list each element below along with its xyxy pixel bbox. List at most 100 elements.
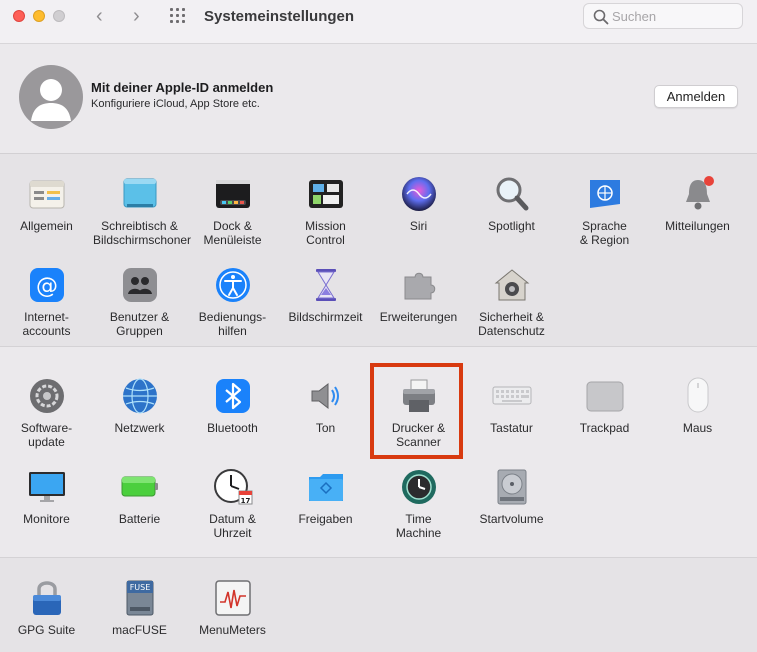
displays-icon [28, 472, 65, 502]
desktop-icon [123, 178, 156, 208]
software-update-icon [29, 379, 64, 413]
pane-bluetooth[interactable]: Bluetooth [186, 376, 279, 435]
pane-macfuse[interactable]: FUSE macFUSE [93, 578, 186, 637]
pane-screen-time[interactable]: Bildschirmzeit [279, 265, 372, 324]
pane-label: Allgemein [20, 219, 73, 233]
apple-id-subtitle: Konfiguriere iCloud, App Store etc. [91, 98, 260, 110]
sound-icon [311, 382, 339, 410]
pane-battery[interactable]: Batterie [93, 467, 186, 526]
pane-accessibility[interactable]: Bedienungs- hilfen [186, 265, 279, 338]
pane-displays[interactable]: Monitore [0, 467, 93, 526]
pane-label: Siri [409, 219, 428, 233]
pane-dock[interactable]: Dock & Menüleiste [186, 174, 279, 247]
pane-software-update[interactable]: Software- update [0, 376, 93, 449]
pane-trackpad[interactable]: Trackpad [558, 376, 651, 435]
bluetooth-icon [215, 379, 250, 413]
minimize-button[interactable] [33, 10, 45, 22]
pane-label: Time Machine [395, 512, 442, 540]
pane-mission-control[interactable]: Mission Control [279, 174, 372, 247]
macfuse-icon: FUSE [126, 580, 153, 616]
pane-label: MenuMeters [199, 623, 266, 637]
avatar[interactable] [19, 65, 83, 129]
search-field[interactable] [583, 3, 743, 29]
pane-sharing[interactable]: Freigaben [279, 467, 372, 526]
show-all-grid-icon[interactable] [170, 8, 188, 24]
svg-text:@: @ [36, 274, 58, 299]
pane-label: Software- update [20, 421, 73, 449]
zoom-button[interactable] [53, 10, 65, 22]
pane-language-region[interactable]: Sprache & Region [558, 174, 651, 247]
pane-general[interactable]: Allgemein [0, 174, 93, 233]
pane-extensions[interactable]: Erweiterungen [372, 265, 465, 324]
pane-mouse[interactable]: Maus [651, 376, 744, 435]
pane-label: Dock & Menüleiste [203, 219, 262, 247]
mission-control-icon [308, 180, 343, 208]
title-bar: ‹ › Systemeinstellungen [0, 0, 757, 44]
pane-label: Bedienungs- hilfen [198, 310, 267, 338]
pane-desktop[interactable]: Schreibtisch & Bildschirmschoner [93, 174, 192, 247]
pane-security[interactable]: Sicherheit & Datenschutz [465, 265, 558, 338]
menumeters-icon [214, 580, 251, 616]
pane-label: Netzwerk [114, 421, 165, 435]
pane-label: Mitteilungen [665, 219, 730, 233]
pane-date-time[interactable]: 17 Datum & Uhrzeit [186, 467, 279, 540]
pane-label: Monitore [23, 512, 70, 526]
pane-label: Spotlight [488, 219, 535, 233]
pane-spotlight[interactable]: Spotlight [465, 174, 558, 233]
date-time-icon: 17 [213, 469, 252, 505]
siri-icon [401, 177, 436, 211]
pane-internet-accounts[interactable]: @ Internet- accounts [0, 265, 93, 338]
pane-keyboard[interactable]: Tastatur [465, 376, 558, 435]
window-title: Systemeinstellungen [204, 8, 355, 25]
keyboard-icon [492, 386, 531, 405]
pane-label: macFUSE [112, 623, 167, 637]
apple-id-banner: Mit deiner Apple-ID anmelden Konfigurier… [0, 44, 757, 154]
pane-label: Benutzer & Gruppen [109, 310, 170, 338]
pane-label: Batterie [118, 512, 161, 526]
pane-label: Startvolume [479, 512, 544, 526]
internet-accounts-icon: @ [29, 268, 64, 302]
pane-network[interactable]: Netzwerk [93, 376, 186, 435]
pane-startup-disk[interactable]: Startvolume [465, 467, 558, 526]
pane-sound[interactable]: Ton [279, 376, 372, 435]
pane-label: Tastatur [490, 421, 533, 435]
pane-label: Trackpad [579, 421, 630, 435]
screen-time-icon [315, 269, 336, 301]
pane-label: Schreibtisch & Bildschirmschoner [93, 219, 192, 247]
notifications-icon [685, 176, 714, 210]
pane-label: Freigaben [298, 512, 353, 526]
close-button[interactable] [13, 10, 25, 22]
startup-disk-icon [497, 469, 526, 505]
dock-icon [215, 180, 250, 208]
pane-label: Maus [682, 421, 713, 435]
back-chevron-icon[interactable]: ‹ [96, 6, 103, 26]
security-icon [494, 269, 529, 301]
calendar-day-number: 17 [240, 497, 250, 505]
pane-gpg-suite[interactable]: GPG Suite [0, 578, 93, 637]
spotlight-icon [496, 177, 528, 211]
pane-label: Sicherheit & Datenschutz [478, 310, 545, 338]
pane-label: Internet- accounts [22, 310, 71, 338]
pane-label: Ton [315, 421, 336, 435]
language-region-icon [589, 180, 620, 208]
users-groups-icon [122, 268, 157, 302]
sharing-icon [308, 474, 343, 501]
pane-menumeters[interactable]: MenuMeters [186, 578, 279, 637]
network-icon [122, 378, 157, 414]
pane-users-groups[interactable]: Benutzer & Gruppen [93, 265, 186, 338]
pane-label: Datum & Uhrzeit [209, 512, 256, 540]
pane-label: Sprache & Region [579, 219, 630, 247]
pane-label: Erweiterungen [379, 310, 458, 324]
pane-label: Mission Control [305, 219, 346, 247]
search-input[interactable] [612, 7, 737, 25]
forward-chevron-icon[interactable]: › [133, 6, 140, 26]
pane-siri[interactable]: Siri [372, 174, 465, 233]
general-icon [29, 180, 64, 209]
pane-notifications[interactable]: Mitteilungen [651, 174, 744, 233]
sign-in-button[interactable]: Anmelden [654, 85, 738, 108]
macfuse-icon-text: FUSE [129, 583, 150, 592]
pane-time-machine[interactable]: Time Machine [372, 467, 465, 540]
accessibility-icon [215, 268, 250, 302]
time-machine-icon [401, 470, 436, 504]
pane-label: Bluetooth [207, 421, 258, 435]
